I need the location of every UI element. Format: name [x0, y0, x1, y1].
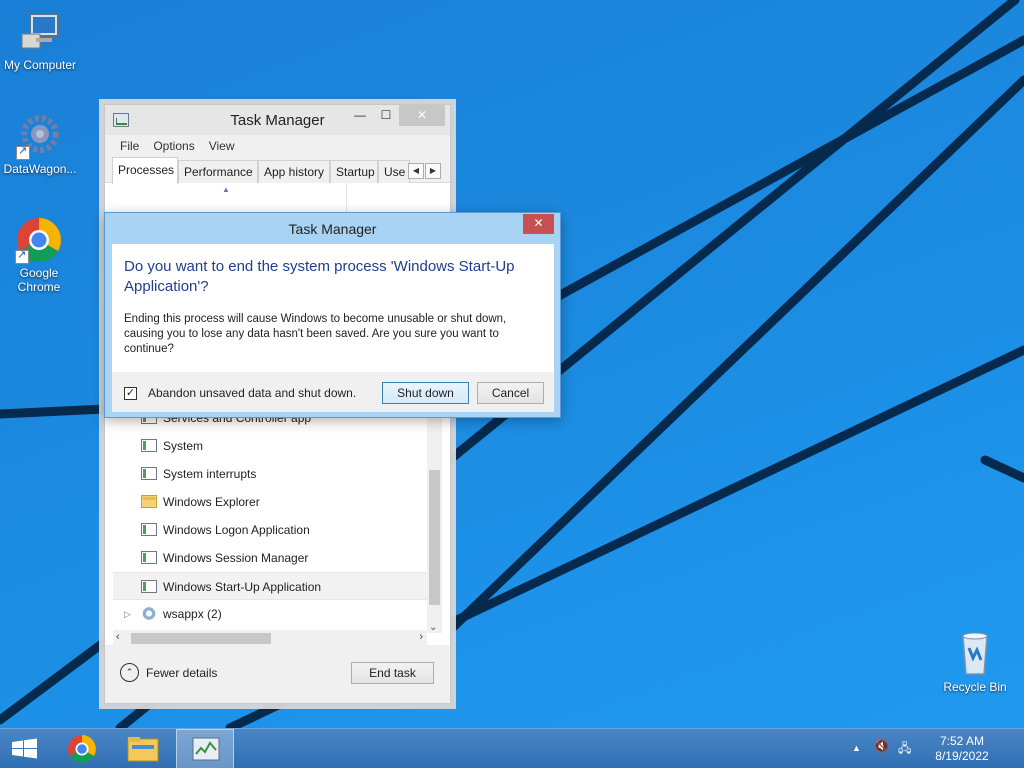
title-bar[interactable]: Task Manager — ☐ ✕ [105, 105, 450, 135]
fewer-details-button[interactable]: ⌃ Fewer details [120, 663, 217, 683]
scroll-right-icon[interactable]: › [419, 631, 423, 643]
volume-muted-icon[interactable]: 🔇 [874, 739, 889, 753]
chrome-icon [68, 735, 96, 763]
process-name: Windows Start-Up Application [163, 580, 322, 594]
folder-icon [141, 495, 157, 508]
abandon-data-checkbox[interactable]: ✓ [124, 387, 137, 400]
tab-scroll-right-icon[interactable]: ▶ [425, 163, 441, 179]
clock-date: 8/19/2022 [935, 749, 989, 763]
shortcut-arrow-icon [15, 248, 29, 264]
list-item[interactable]: Windows Session Manager [113, 544, 427, 572]
vertical-scrollbar[interactable]: ⌄ [427, 418, 442, 633]
taskbar: ▲ 🔇 🖧 7:52 AM 8/19/2022 [0, 728, 1024, 768]
taskbar-file-explorer-button[interactable] [114, 729, 172, 768]
gear-icon [16, 112, 64, 160]
list-item[interactable]: System interrupts [113, 460, 427, 488]
desktop-icon-label: DataWagon... [3, 162, 77, 176]
desktop-icon-label: My Computer [3, 58, 77, 72]
list-item[interactable]: System [113, 432, 427, 460]
menu-file[interactable]: File [113, 139, 146, 153]
file-explorer-icon [127, 737, 159, 762]
clock-time: 7:52 AM [939, 734, 985, 748]
tab-users[interactable]: Use [378, 160, 410, 183]
desktop-icon-my-computer[interactable]: My Computer [0, 8, 80, 72]
dialog-title: Task Manager [288, 221, 377, 237]
desktop-icon-label: Google Chrome [17, 266, 61, 294]
chrome-icon [15, 216, 63, 264]
menu-view[interactable]: View [202, 139, 242, 153]
menu-bar: File Options View [105, 135, 450, 157]
recycle-bin-icon [951, 630, 999, 678]
tab-performance[interactable]: Performance [178, 160, 258, 183]
horizontal-scroll-thumb[interactable] [131, 633, 271, 644]
cancel-button[interactable]: Cancel [477, 382, 544, 404]
process-name: Windows Session Manager [163, 551, 309, 565]
task-manager-icon [192, 737, 220, 761]
process-name: System interrupts [163, 467, 257, 481]
network-icon[interactable]: 🖧 [898, 739, 911, 760]
process-name: wsappx (2) [163, 607, 222, 621]
dialog-heading: Do you want to end the system process 'W… [124, 258, 515, 295]
dialog-footer: ✓ Abandon unsaved data and shut down. Sh… [112, 372, 554, 412]
show-hidden-icons-icon[interactable]: ▲ [852, 743, 861, 753]
tab-startup[interactable]: Startup [330, 160, 378, 183]
dialog-close-button[interactable]: ✕ [523, 214, 554, 234]
sort-ascending-icon: ▲ [222, 185, 230, 194]
tab-strip: Processes Performance App history Startu… [105, 157, 450, 184]
taskbar-task-manager-button[interactable] [176, 729, 234, 768]
list-item-selected[interactable]: Windows Start-Up Application [113, 572, 427, 600]
vertical-scroll-thumb[interactable] [429, 470, 440, 605]
start-button[interactable] [0, 729, 50, 768]
scroll-left-icon[interactable]: ‹ [116, 631, 120, 643]
tab-app-history[interactable]: App history [258, 160, 330, 183]
dialog-body: Do you want to end the system process 'W… [112, 244, 554, 372]
expand-arrow-icon[interactable]: ▷ [124, 600, 131, 628]
maximize-button[interactable]: ☐ [373, 105, 399, 126]
confirm-dialog: Task Manager ✕ Do you want to end the sy… [104, 212, 561, 418]
fewer-details-label: Fewer details [146, 666, 218, 680]
gear-icon [141, 607, 157, 620]
clock[interactable]: 7:52 AM 8/19/2022 [922, 734, 1002, 764]
desktop-icon-datawagon[interactable]: DataWagon... [0, 112, 80, 176]
shortcut-arrow-icon [16, 144, 30, 160]
minimize-button[interactable]: — [347, 105, 373, 126]
process-name: System [163, 439, 204, 453]
process-icon [141, 467, 157, 480]
desktop: My Computer DataWagon... Google Chrome R… [0, 0, 1024, 728]
tab-scroll-left-icon[interactable]: ◀ [408, 163, 424, 179]
list-item[interactable]: ▷ wsappx (2) [113, 600, 427, 628]
list-item[interactable]: Windows Explorer [113, 488, 427, 516]
menu-options[interactable]: Options [146, 139, 201, 153]
column-divider[interactable] [346, 183, 347, 213]
column-header[interactable]: ▲ [105, 183, 450, 213]
desktop-icon-recycle-bin[interactable]: Recycle Bin [935, 630, 1015, 694]
desktop-icon-label: Recycle Bin [943, 680, 1007, 694]
window-footer: ⌃ Fewer details End task [105, 645, 450, 703]
dialog-message: Ending this process will cause Windows t… [124, 313, 507, 355]
process-name: Windows Explorer [163, 495, 260, 509]
chevron-up-icon: ⌃ [120, 663, 139, 682]
process-icon [141, 580, 157, 593]
close-button[interactable]: ✕ [399, 105, 445, 126]
process-icon [141, 439, 157, 452]
desktop-icon-google-chrome[interactable]: Google Chrome [0, 216, 78, 294]
process-icon [141, 551, 157, 564]
scroll-down-icon[interactable]: ⌄ [429, 622, 437, 633]
list-item[interactable]: Windows Logon Application [113, 516, 427, 544]
end-task-button[interactable]: End task [351, 662, 434, 684]
shut-down-button[interactable]: Shut down [382, 382, 469, 404]
tab-processes[interactable]: Processes [112, 157, 178, 184]
process-name: Windows Logon Application [163, 523, 310, 537]
windows-logo-icon [12, 738, 37, 759]
process-list: Services and Controller app System Syste… [113, 411, 427, 628]
checkbox-label[interactable]: Abandon unsaved data and shut down. [148, 386, 356, 400]
process-icon [141, 523, 157, 536]
computer-icon [16, 8, 64, 56]
taskbar-chrome-button[interactable] [53, 729, 111, 768]
